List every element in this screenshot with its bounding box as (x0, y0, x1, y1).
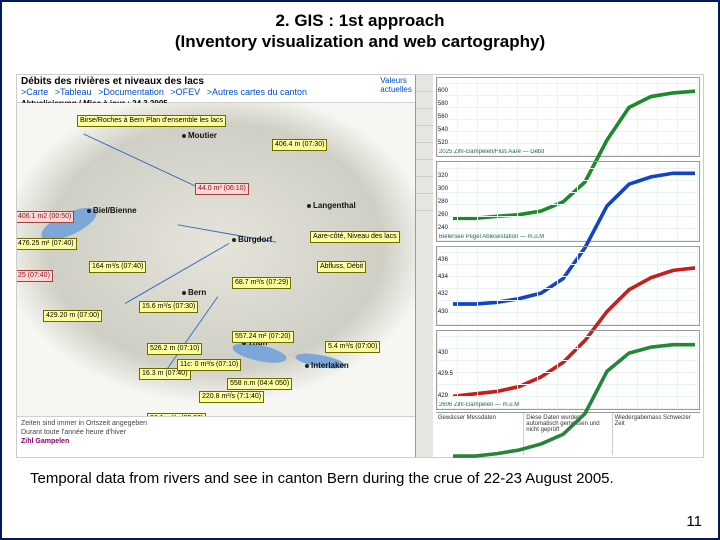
heading-line1: 2. GIS : 1st approach (12, 10, 708, 31)
city-label: Biel/Bienne (87, 206, 137, 215)
city-label: Bern (182, 288, 206, 297)
map-nav-title: Débits des rivières et niveaux des lacs (21, 76, 411, 87)
map-callout[interactable]: 406.4 m (07:30) (272, 139, 327, 151)
chart-title: 2606 Zihl-Gampelen — m.ü.M (439, 402, 519, 408)
city-label: Burgdorf (232, 235, 272, 244)
map-callout[interactable]: 406.1 m2 (00:50) (17, 211, 74, 223)
city-label: Interlaken (305, 361, 349, 370)
footer-line1: Zeiten sind immer in Ortszeit angegeben (21, 419, 411, 428)
river (125, 243, 229, 304)
map-callout[interactable]: 557.24 m² (07:20) (232, 331, 294, 343)
map-callout[interactable]: Aare-côté, Niveau des lacs (310, 231, 400, 243)
page-number: 11 (686, 513, 702, 530)
map-callout[interactable]: 526.2 m (07:10) (147, 343, 202, 355)
chart-title: Bielersee Pegel Ablesestation — m.ü.M (439, 234, 544, 240)
map-callout[interactable]: 44.0 m³ (06:10) (195, 183, 249, 195)
time-series-chart: 240260280300320Bielersee Pegel Ablesesta… (436, 161, 700, 241)
map-callout[interactable]: Abfluss, Débit (317, 261, 366, 273)
heading-line2: (Inventory visualization and web cartogr… (12, 31, 708, 52)
chart-title: 2025 Zihl-Gampelen/Fluß Aare — Débit (439, 149, 544, 155)
city-label: Langenthal (307, 201, 356, 210)
footer-selection: Zihl Gampelen (21, 437, 411, 446)
nav-link[interactable]: >Carte (21, 87, 48, 97)
map-callout[interactable]: 558 n.m (04:4 050) (227, 378, 292, 390)
river (83, 133, 210, 193)
time-series-chart: 429429.54302606 Zihl-Gampelen — m.ü.M (436, 330, 700, 410)
time-series-chart: 5205405605806002025 Zihl-Gampelen/Fluß A… (436, 77, 700, 157)
map-callout[interactable]: 164 m³/s (07:40) (89, 261, 146, 273)
map-callout[interactable]: 5.4 m³/s (07:00) (325, 341, 380, 353)
map-callout[interactable]: 15.6 m³/s (07:30) (139, 301, 198, 313)
value-box-l2: actuelles (380, 85, 412, 94)
caption: Temporal data from rivers and see in can… (30, 470, 690, 489)
map-relief[interactable]: Moutier Biel/Bienne Langenthal Burgdorf Bern… (17, 103, 415, 421)
map-nav-links: >Carte >Tableau >Documentation >OFEV >Au… (21, 87, 411, 98)
nav-link[interactable]: >Documentation (98, 87, 164, 97)
figure: Débits des rivières et niveaux des lacs … (16, 74, 704, 458)
map-footer: Zeiten sind immer in Ortszeit angegeben … (17, 416, 415, 457)
map-callout[interactable]: 68.7 m³/s (07:29) (232, 277, 291, 289)
city-label: Moutier (182, 131, 217, 140)
map-callout[interactable]: 429.20 m (07:00) (43, 310, 102, 322)
value-box: Valeurs actuelles (379, 75, 413, 95)
map-callout[interactable]: 476.25 m² (07:40) (17, 238, 77, 250)
footer-line2: Durant toute l'année heure d'hiver (21, 428, 411, 437)
map-nav-bar: Débits des rivières et niveaux des lacs … (17, 75, 415, 103)
map-callout[interactable]: 11c: 0 m³/s (07:10) (177, 359, 241, 371)
nav-link[interactable]: >Autres cartes du canton (207, 87, 307, 97)
nav-link[interactable]: >Tableau (55, 87, 92, 97)
charts-pane: 5205405605806002025 Zihl-Gampelen/Fluß A… (433, 75, 703, 457)
time-series-chart: 430432434436 (436, 246, 700, 326)
slide: 2. GIS : 1st approach (Inventory visuali… (0, 0, 720, 540)
toolbar-divider (415, 75, 435, 457)
map-callout[interactable]: 25 (07:40) (17, 270, 53, 282)
map-callout[interactable]: 220.8 m³/s (7:1:40) (199, 391, 264, 403)
slide-heading: 2. GIS : 1st approach (Inventory visuali… (2, 2, 718, 57)
map-pane: Débits des rivières et niveaux des lacs … (17, 75, 415, 457)
map-callout[interactable]: Birse/Roches à Bern Plan d'ensemble les … (77, 115, 226, 127)
value-box-l1: Valeurs (380, 76, 412, 85)
nav-link[interactable]: >OFEV (170, 87, 200, 97)
